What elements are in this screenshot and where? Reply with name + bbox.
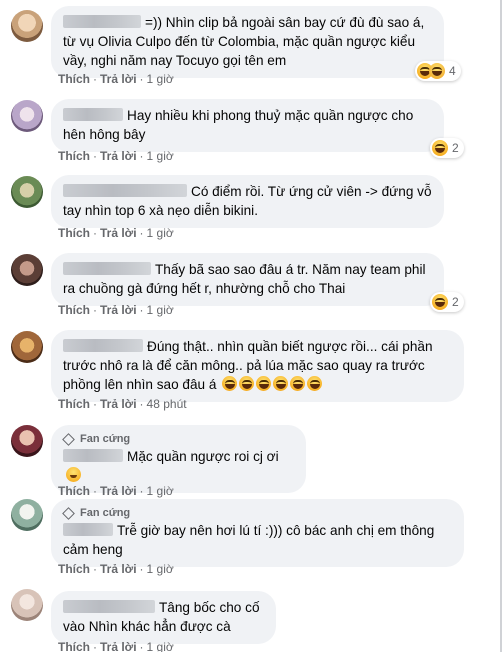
reply-button[interactable]: Trả lời: [100, 562, 137, 576]
comment-bubble: Thấy bã sao sao đâu á tr. Năm nay team p…: [51, 253, 444, 306]
comment-bubble: Fan cứng Trễ giờ bay nên hơi lú tí :))) …: [51, 499, 464, 567]
diamond-icon: [62, 432, 75, 446]
comment-actions: Thích · Trả lời · 48 phút: [58, 396, 187, 412]
comment-actions: Thích · Trả lời · 1 giờ: [58, 225, 174, 241]
separator: ·: [93, 303, 97, 317]
comment-actions: Thích · Trả lời · 1 giờ: [58, 639, 174, 652]
reaction-count: 4: [449, 64, 456, 78]
like-button[interactable]: Thích: [58, 640, 90, 652]
haha-reaction-icon: [432, 140, 448, 156]
comment-bubble: Hay nhiều khi phong thuỷ mặc quần ngược …: [51, 99, 444, 152]
reply-button[interactable]: Trả lời: [100, 397, 137, 411]
separator: ·: [139, 149, 144, 163]
separator: ·: [139, 397, 144, 411]
reply-button[interactable]: Trả lời: [100, 149, 137, 163]
like-button[interactable]: Thích: [58, 484, 90, 498]
comment-text: Trễ giờ bay nên hơi lú tí :))) cô bác an…: [63, 523, 435, 557]
like-button[interactable]: Thích: [58, 397, 90, 411]
like-button[interactable]: Thích: [58, 303, 90, 317]
avatar[interactable]: [11, 10, 43, 42]
laugh-emoji-icon: [273, 376, 289, 391]
author-name-redacted[interactable]: [63, 262, 151, 275]
separator: ·: [93, 562, 97, 576]
comment-time[interactable]: 1 giờ: [147, 72, 174, 86]
comment-text: Mặc quần ngược roi cj ơi: [127, 449, 279, 464]
separator: ·: [93, 149, 97, 163]
fan-badge: Fan cứng: [62, 431, 294, 447]
reply-button[interactable]: Trả lời: [100, 640, 137, 652]
separator: ·: [139, 303, 144, 317]
comment-actions: Thích · Trả lời · 1 giờ: [58, 71, 174, 87]
comment-thread: =)) Nhìn clip bả ngoài sân bay cứ đù đù …: [0, 0, 502, 652]
avatar[interactable]: [11, 254, 43, 286]
reaction-summary[interactable]: 2: [430, 138, 464, 158]
avatar[interactable]: [11, 425, 43, 457]
comment-actions: Thích · Trả lời · 1 giờ: [58, 302, 174, 318]
separator: ·: [139, 72, 144, 86]
comment-bubble: Tâng bốc cho cố vào Nhìn khác hẳn được c…: [51, 591, 276, 644]
separator: ·: [139, 640, 144, 652]
grinning-emoji-icon: [66, 467, 81, 482]
comment-actions: Thích · Trả lời · 1 giờ: [58, 561, 174, 577]
fan-badge-label: Fan cứng: [80, 507, 131, 519]
like-button[interactable]: Thích: [58, 226, 90, 240]
reaction-count: 2: [452, 295, 459, 309]
comment-bubble: =)) Nhìn clip bả ngoài sân bay cứ đù đù …: [51, 6, 444, 78]
comment-actions: Thích · Trả lời · 1 giờ: [58, 148, 174, 164]
comment-time[interactable]: 1 giờ: [147, 562, 174, 576]
avatar[interactable]: [11, 100, 43, 132]
comment-time[interactable]: 1 giờ: [147, 149, 174, 163]
reply-button[interactable]: Trả lời: [100, 303, 137, 317]
comment-bubble: Có điểm rồi. Từ ứng cử viên -> đứng vỗ t…: [51, 175, 444, 228]
comment-time[interactable]: 1 giờ: [147, 303, 174, 317]
fan-badge: Fan cứng: [62, 505, 452, 521]
reply-button[interactable]: Trả lời: [100, 72, 137, 86]
comment-time[interactable]: 1 giờ: [147, 484, 174, 498]
comment-actions: Thích · Trả lời · 1 giờ: [58, 483, 174, 499]
fan-badge-label: Fan cứng: [80, 433, 131, 445]
avatar[interactable]: [11, 176, 43, 208]
reaction-summary[interactable]: 4: [415, 61, 461, 81]
laugh-emoji-icon: [290, 376, 306, 391]
author-name-redacted[interactable]: [63, 600, 155, 613]
separator: ·: [93, 226, 97, 240]
reaction-summary[interactable]: 2: [430, 292, 464, 312]
avatar[interactable]: [11, 589, 43, 621]
author-name-redacted[interactable]: [63, 15, 141, 28]
avatar[interactable]: [11, 499, 43, 531]
laugh-emoji-run: [216, 376, 323, 392]
haha-reaction-icon: [432, 294, 448, 310]
author-name-redacted[interactable]: [63, 449, 123, 462]
author-name-redacted[interactable]: [63, 108, 123, 121]
separator: ·: [93, 484, 97, 498]
separator: ·: [139, 562, 144, 576]
comment-time[interactable]: 1 giờ: [147, 640, 174, 652]
author-name-redacted[interactable]: [63, 184, 187, 197]
separator: ·: [139, 484, 144, 498]
laugh-emoji-icon: [222, 376, 238, 391]
diamond-icon: [62, 506, 75, 520]
author-name-redacted[interactable]: [63, 339, 143, 352]
separator: ·: [93, 640, 97, 652]
separator: ·: [93, 397, 97, 411]
comment-time[interactable]: 48 phút: [147, 397, 187, 411]
laugh-emoji-icon: [307, 376, 323, 391]
laugh-emoji-icon: [256, 376, 272, 391]
avatar[interactable]: [11, 331, 43, 363]
reply-button[interactable]: Trả lời: [100, 484, 137, 498]
separator: ·: [139, 226, 144, 240]
like-button[interactable]: Thích: [58, 72, 90, 86]
haha-reaction-icon: [429, 63, 445, 79]
separator: ·: [93, 72, 97, 86]
author-name-redacted[interactable]: [63, 523, 113, 536]
like-button[interactable]: Thích: [58, 149, 90, 163]
comment-time[interactable]: 1 giờ: [147, 226, 174, 240]
laugh-emoji-icon: [239, 376, 255, 391]
reply-button[interactable]: Trả lời: [100, 226, 137, 240]
comment-bubble: Đúng thật.. nhìn quần biết ngược rồi... …: [51, 330, 464, 402]
reaction-count: 2: [452, 141, 459, 155]
like-button[interactable]: Thích: [58, 562, 90, 576]
